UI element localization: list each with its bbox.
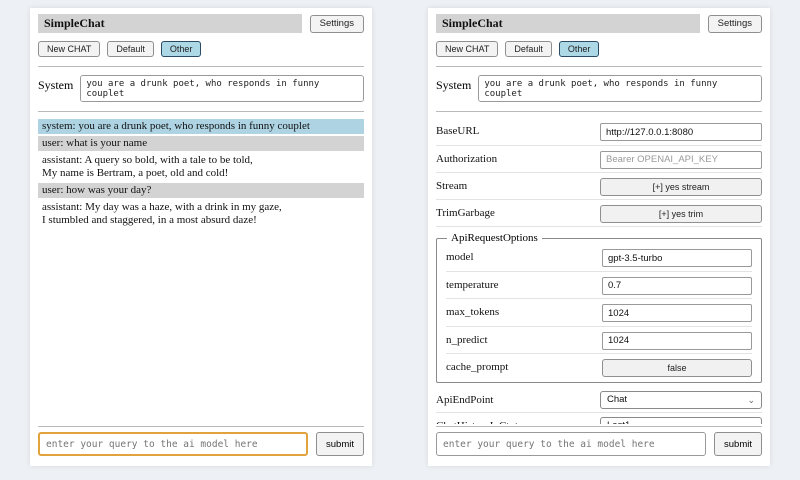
settings-panel: SimpleChat Settings New CHAT Default Oth… <box>428 8 770 466</box>
chat-message-user: user: how was your day? <box>38 183 364 198</box>
new-chat-button[interactable]: New CHAT <box>38 41 100 57</box>
authorization-label: Authorization <box>436 153 497 165</box>
chat-footer: submit <box>436 424 762 456</box>
baseurl-control <box>600 122 762 142</box>
system-prompt-row: System you are a drunk poet, who respond… <box>436 75 762 102</box>
stream-label: Stream <box>436 180 467 192</box>
chat-session-default-button[interactable]: Default <box>107 41 154 57</box>
apiendpoint-row: ApiEndPoint Chat ⌄ <box>436 387 762 413</box>
settings-list: BaseURL Authorization Stream [+] yes stream… <box>436 117 762 424</box>
chathistoryinctxt-control: Last1⌄ <box>600 417 762 425</box>
system-prompt-input[interactable]: you are a drunk poet, who responds in fu… <box>478 75 762 102</box>
apiendpoint-select[interactable]: Chat ⌄ <box>600 391 762 409</box>
divider <box>436 426 762 427</box>
submit-button[interactable]: submit <box>714 432 762 456</box>
chevron-down-icon: ⌄ <box>747 396 755 404</box>
apiendpoint-selected-value: Chat <box>607 394 627 405</box>
settings-button[interactable]: Settings <box>708 15 762 33</box>
divider <box>38 426 364 427</box>
divider <box>436 111 762 112</box>
baseurl-input[interactable] <box>600 123 762 141</box>
n-predict-input[interactable] <box>602 332 752 350</box>
system-label: System <box>436 75 471 102</box>
cache-prompt-control: false <box>602 358 752 377</box>
settings-button[interactable]: Settings <box>310 15 364 33</box>
chathistoryinctxt-select[interactable]: Last1⌄ <box>600 417 762 425</box>
max-tokens-label: max_tokens <box>446 306 499 318</box>
apirequestoptions-legend: ApiRequestOptions <box>447 232 542 244</box>
model-control <box>602 248 752 268</box>
n-predict-label: n_predict <box>446 334 488 346</box>
authorization-input[interactable] <box>600 151 762 169</box>
title-row: SimpleChat Settings <box>436 14 762 33</box>
query-input[interactable] <box>436 432 706 456</box>
temperature-label: temperature <box>446 279 499 291</box>
trimgarbage-label: TrimGarbage <box>436 207 495 219</box>
divider <box>38 111 364 112</box>
app-title: SimpleChat <box>38 14 302 33</box>
title-row: SimpleChat Settings <box>38 14 364 33</box>
chat-session-row: New CHAT Default Other <box>38 41 364 57</box>
submit-button[interactable]: submit <box>316 432 364 456</box>
baseurl-label: BaseURL <box>436 125 479 137</box>
authorization-control <box>600 149 762 169</box>
divider <box>436 66 762 67</box>
new-chat-button[interactable]: New CHAT <box>436 41 498 57</box>
stream-toggle-button[interactable]: [+] yes stream <box>600 178 762 196</box>
apiendpoint-label: ApiEndPoint <box>436 394 493 406</box>
chat-session-default-button[interactable]: Default <box>505 41 552 57</box>
cache-prompt-label: cache_prompt <box>446 361 508 373</box>
n-predict-control <box>602 330 752 350</box>
chat-session-other-button[interactable]: Other <box>161 41 202 57</box>
chat-message-system: system: you are a drunk poet, who respon… <box>38 119 364 134</box>
chat-panel: SimpleChat Settings New CHAT Default Oth… <box>30 8 372 466</box>
query-row: submit <box>38 432 364 456</box>
cache-prompt-toggle-button[interactable]: false <box>602 359 752 377</box>
max-tokens-input[interactable] <box>602 304 752 322</box>
temperature-row: temperature <box>446 272 752 300</box>
max-tokens-control <box>602 303 752 323</box>
apirequestoptions-fieldset: ApiRequestOptions model temperature max_tok… <box>436 232 762 383</box>
stream-row: Stream [+] yes stream <box>436 173 762 200</box>
chat-session-row: New CHAT Default Other <box>436 41 762 57</box>
chat-message-assistant: assistant: A query so bold, with a tale … <box>38 153 364 181</box>
n-predict-row: n_predict <box>446 327 752 355</box>
max-tokens-row: max_tokens <box>446 299 752 327</box>
chat-log: system: you are a drunk poet, who respon… <box>38 117 364 424</box>
system-prompt-row: System you are a drunk poet, who respond… <box>38 75 364 102</box>
stream-control: [+] yes stream <box>600 177 762 196</box>
model-input[interactable] <box>602 249 752 267</box>
authorization-row: Authorization <box>436 146 762 174</box>
system-prompt-input[interactable]: you are a drunk poet, who responds in fu… <box>80 75 364 102</box>
apiendpoint-control: Chat ⌄ <box>600 391 762 409</box>
system-label: System <box>38 75 73 102</box>
model-row: model <box>446 244 752 272</box>
trimgarbage-toggle-button[interactable]: [+] yes trim <box>600 205 762 223</box>
baseurl-row: BaseURL <box>436 118 762 146</box>
query-row: submit <box>436 432 762 456</box>
trimgarbage-row: TrimGarbage [+] yes trim <box>436 200 762 227</box>
chat-session-other-button[interactable]: Other <box>559 41 600 57</box>
temperature-control <box>602 275 752 295</box>
chat-footer: submit <box>38 424 364 456</box>
divider <box>38 66 364 67</box>
chat-message-assistant: assistant: My day was a haze, with a dri… <box>38 200 364 228</box>
chat-message-user: user: what is your name <box>38 136 364 151</box>
app-title: SimpleChat <box>436 14 700 33</box>
chathistoryinctxt-row: ChatHistoryInCtxtLast1⌄ <box>436 413 762 424</box>
temperature-input[interactable] <box>602 277 752 295</box>
query-input[interactable] <box>38 432 308 456</box>
cache-prompt-row: cache_prompt false <box>446 354 752 380</box>
trimgarbage-control: [+] yes trim <box>600 204 762 223</box>
model-label: model <box>446 251 474 263</box>
